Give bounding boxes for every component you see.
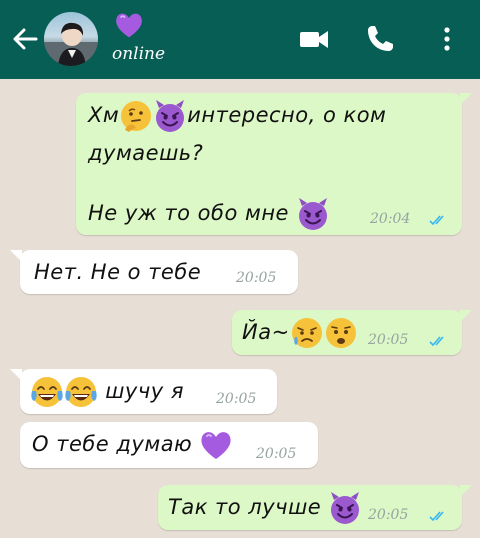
message-line: Так то лучше xyxy=(168,495,322,519)
message-line: Йа~ xyxy=(242,320,290,344)
message-line: О тебе думаю xyxy=(32,432,193,456)
video-call-icon[interactable] xyxy=(297,22,331,56)
read-receipt-icon xyxy=(429,511,444,521)
message-list: Хм интересно, о ком думаешь? Не уж то обо… xyxy=(0,79,480,538)
message-time: 20:05 xyxy=(368,507,409,523)
message-incoming[interactable]: Нет. Не о тебе 20:05 xyxy=(10,250,298,294)
read-receipt-icon xyxy=(429,336,444,346)
tears-of-joy-icon xyxy=(64,375,98,409)
message-text: Так то лучше xyxy=(168,491,362,525)
thinking-face-icon xyxy=(119,99,153,133)
phone-call-icon[interactable] xyxy=(363,22,397,56)
smiling-devil-icon xyxy=(328,491,362,525)
contact-avatar[interactable] xyxy=(44,12,98,66)
purple-heart-icon xyxy=(115,12,143,39)
message-text: Нет. Не о тебе xyxy=(34,260,202,284)
frowning-face-icon xyxy=(324,316,358,350)
smiling-devil-icon xyxy=(153,99,187,133)
message-text: Йа~ xyxy=(242,316,358,350)
chat-header: online xyxy=(0,0,480,79)
tears-of-joy-icon xyxy=(30,375,64,409)
message-outgoing[interactable]: Так то лучше 20:05 xyxy=(158,485,472,530)
back-arrow-icon[interactable] xyxy=(10,24,40,54)
message-time: 20:05 xyxy=(216,391,257,407)
read-receipt-icon xyxy=(429,215,444,225)
contact-status: online xyxy=(112,44,166,64)
message-outgoing[interactable]: Хм интересно, о ком думаешь? Не уж то обо… xyxy=(76,93,472,235)
message-time: 20:05 xyxy=(256,446,297,462)
message-line: Не уж то обо мне xyxy=(88,201,289,225)
message-time: 20:05 xyxy=(236,270,277,286)
message-line: интересно, о ком xyxy=(187,103,387,127)
message-text: О тебе думаю xyxy=(32,428,233,462)
message-text: Не уж то обо мне xyxy=(88,197,330,231)
message-incoming[interactable]: О тебе думаю 20:05 xyxy=(20,422,318,468)
smiling-devil-icon xyxy=(296,197,330,231)
message-line: шучу я xyxy=(105,379,184,403)
message-text: шучу я xyxy=(30,375,184,409)
message-time: 20:04 xyxy=(370,211,411,227)
message-incoming[interactable]: шучу я 20:05 xyxy=(10,369,277,414)
purple-heart-icon xyxy=(199,428,233,462)
message-time: 20:05 xyxy=(368,332,409,348)
message-outgoing[interactable]: Йа~ 20:05 xyxy=(232,310,472,355)
message-line: Хм xyxy=(88,103,120,127)
sad-sweat-face-icon xyxy=(290,316,324,350)
more-options-icon[interactable] xyxy=(430,22,464,56)
message-line: думаешь? xyxy=(88,141,204,165)
message-text: Хм интересно, о ком xyxy=(88,99,386,133)
